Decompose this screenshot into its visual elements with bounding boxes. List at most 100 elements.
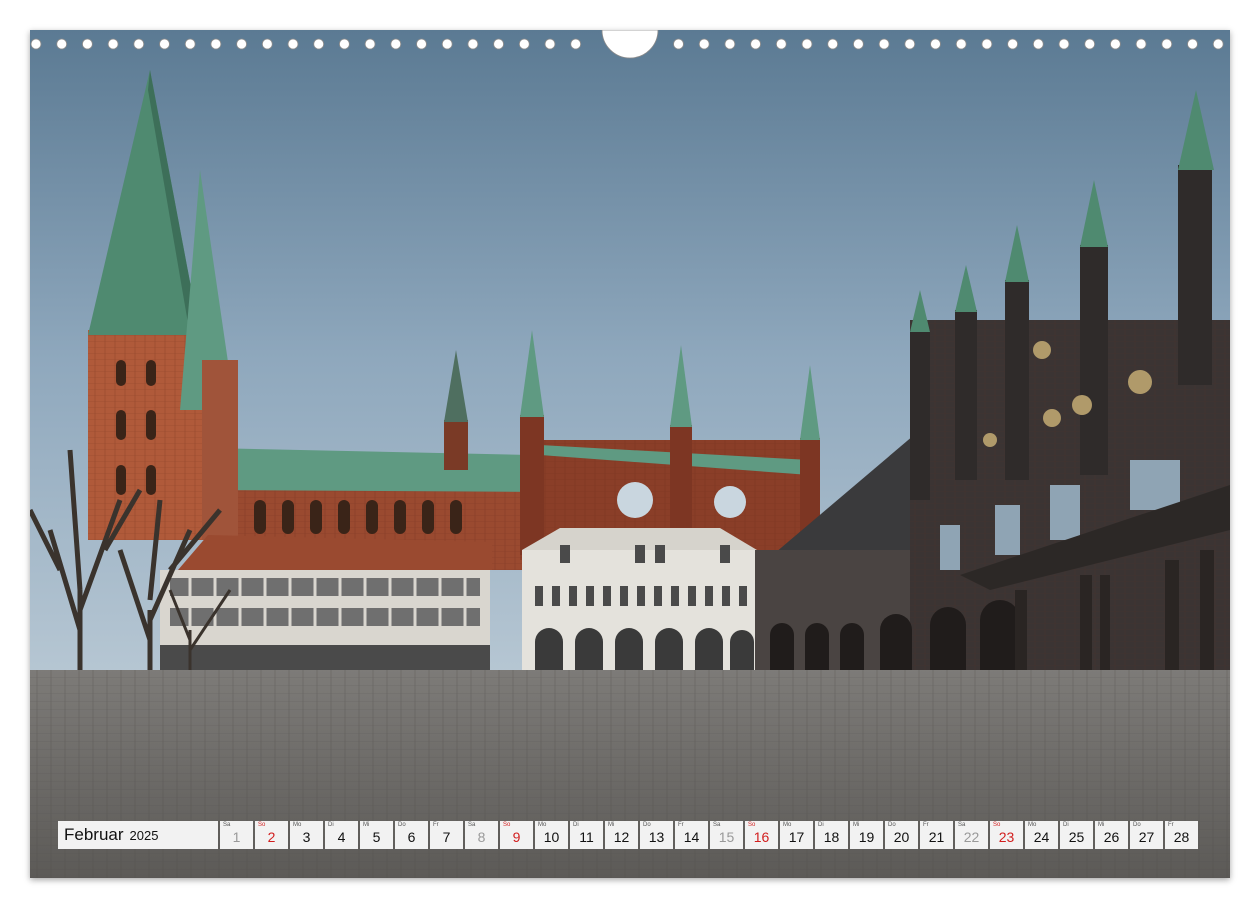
day-cell: Sa 22	[955, 821, 988, 849]
day-cell: Mi 5	[360, 821, 393, 849]
weekday-abbrev: Sa	[223, 822, 231, 828]
binding-hole	[878, 38, 890, 50]
weekday-abbrev: Di	[328, 822, 334, 828]
binding-hole	[1084, 38, 1096, 50]
binding-hole	[416, 38, 427, 50]
day-cell: Fr 7	[430, 821, 463, 849]
weekday-abbrev: Mi	[853, 822, 860, 828]
day-number: 1	[232, 829, 241, 845]
binding-hole	[493, 38, 505, 50]
binding-hole	[210, 38, 222, 50]
day-number: 6	[407, 829, 416, 845]
weekday-abbrev: Fr	[678, 822, 684, 828]
weekday-abbrev: Do	[643, 822, 651, 828]
day-cell: Sa 8	[465, 821, 498, 849]
binding-hole	[30, 38, 42, 50]
day-cell: Fr 14	[675, 821, 708, 849]
weekday-abbrev: Mi	[608, 822, 615, 828]
binding-hole	[313, 38, 325, 50]
day-cell: Mi 19	[850, 821, 883, 849]
weekday-abbrev: Mi	[363, 822, 370, 828]
binding-hole	[724, 38, 736, 50]
calendar-photo	[30, 30, 1230, 878]
binding-hole	[236, 38, 248, 50]
day-cell: Di 18	[815, 821, 848, 849]
day-cell: So 9	[500, 821, 533, 849]
binding-hole	[673, 38, 684, 50]
weekday-abbrev: Sa	[713, 822, 721, 828]
binding-hole	[904, 38, 916, 50]
binding-hole	[1212, 38, 1224, 50]
weekday-abbrev: Fr	[923, 822, 929, 828]
binding-hole	[801, 38, 813, 50]
weekday-abbrev: Do	[1133, 822, 1141, 828]
weekday-abbrev: Sa	[468, 822, 476, 828]
day-number: 4	[337, 829, 346, 845]
weekday-abbrev: Sa	[958, 822, 966, 828]
day-cell: Sa 1	[220, 821, 253, 849]
day-number: 8	[477, 829, 486, 845]
day-cell: So 23	[990, 821, 1023, 849]
binding-hole	[1135, 38, 1147, 50]
weekday-abbrev: Mo	[783, 822, 792, 828]
binding-hole	[261, 38, 273, 50]
binding-hole	[390, 38, 402, 50]
binding-hole	[467, 38, 479, 50]
month-label: Februar 2025	[58, 821, 218, 849]
binding-hole	[955, 38, 967, 50]
day-number: 16	[753, 829, 770, 845]
binding-hole	[133, 38, 145, 50]
year-number: 2025	[129, 827, 159, 843]
day-cell: Do 27	[1130, 821, 1163, 849]
binding-hole	[1007, 38, 1018, 50]
day-number: 22	[963, 829, 980, 845]
weekday-abbrev: Fr	[433, 822, 439, 828]
binding-hole	[56, 38, 68, 50]
day-number: 18	[823, 829, 840, 845]
binding-hole	[441, 38, 453, 50]
weekday-abbrev: Di	[573, 822, 579, 828]
binding-hole	[184, 38, 196, 50]
day-number: 17	[788, 829, 805, 845]
day-cell: Di 25	[1060, 821, 1093, 849]
weekday-abbrev: Mo	[1028, 822, 1037, 828]
hanger-cutout	[601, 30, 659, 59]
binding-hole	[82, 38, 93, 50]
day-cell: Mo 10	[535, 821, 568, 849]
weekday-abbrev: So	[503, 822, 511, 828]
weekday-abbrev: Mo	[538, 822, 547, 828]
day-cell: Mi 26	[1095, 821, 1128, 849]
weekday-abbrev: So	[258, 822, 266, 828]
day-cell: Mi 12	[605, 821, 638, 849]
day-number: 26	[1103, 829, 1120, 845]
day-number: 28	[1173, 829, 1190, 845]
day-cell: Di 11	[570, 821, 603, 849]
weekday-abbrev: Mo	[293, 822, 302, 828]
day-cell: Do 13	[640, 821, 673, 849]
binding-hole	[518, 38, 530, 50]
month-name: Februar	[64, 825, 124, 844]
binding-hole	[853, 38, 864, 50]
binding-hole	[1032, 38, 1044, 50]
day-cell: Mo 24	[1025, 821, 1058, 849]
day-number: 21	[928, 829, 945, 845]
weekday-abbrev: Di	[818, 822, 824, 828]
day-number: 12	[613, 829, 630, 845]
day-number: 11	[579, 829, 594, 845]
day-cell: Sa 15	[710, 821, 743, 849]
photo-scene	[30, 30, 1230, 878]
day-cell: Mo 17	[780, 821, 813, 849]
day-number: 13	[648, 829, 665, 845]
binding-hole	[930, 38, 941, 50]
day-cell: Do 6	[395, 821, 428, 849]
day-number: 7	[442, 829, 451, 845]
binding-hole	[981, 38, 993, 50]
day-number: 24	[1033, 829, 1050, 845]
day-number: 3	[302, 829, 311, 845]
binding-hole	[544, 38, 556, 50]
binding-hole	[287, 38, 299, 50]
weekday-abbrev: Di	[1063, 822, 1069, 828]
day-number: 27	[1138, 829, 1155, 845]
day-cell: So 16	[745, 821, 778, 849]
day-cell: Mo 3	[290, 821, 323, 849]
